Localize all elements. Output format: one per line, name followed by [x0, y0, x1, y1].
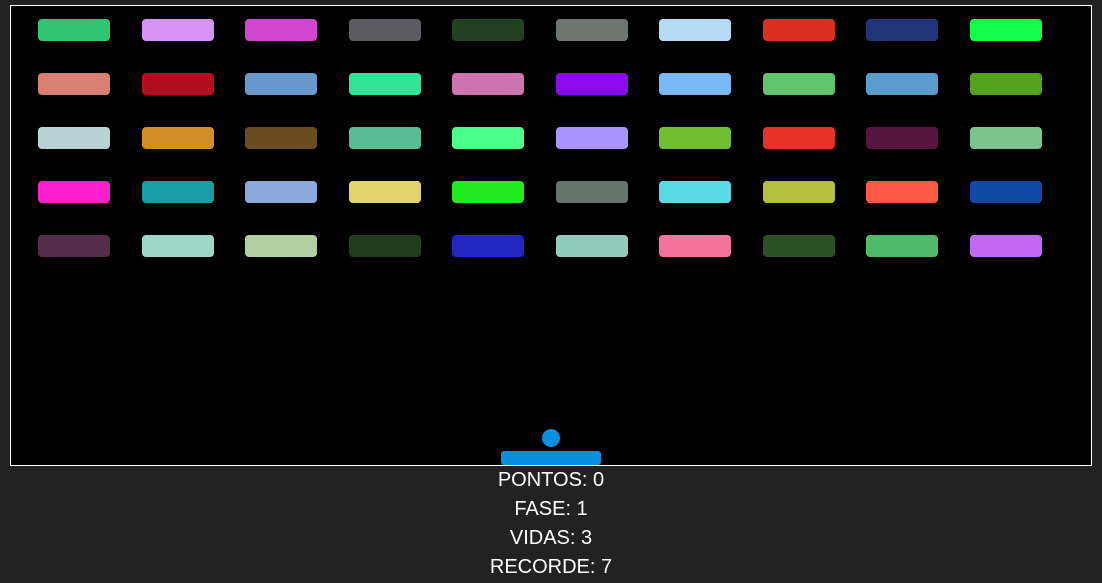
brick — [659, 181, 731, 203]
brick — [659, 235, 731, 257]
brick — [556, 181, 628, 203]
hud: PONTOS: 0 FASE: 1 VIDAS: 3 RECORDE: 7 — [0, 466, 1102, 582]
brick — [349, 127, 421, 149]
brick — [452, 73, 524, 95]
brick — [556, 235, 628, 257]
brick — [866, 235, 938, 257]
brick — [866, 181, 938, 203]
brick — [142, 19, 214, 41]
brick — [245, 181, 317, 203]
brick — [970, 73, 1042, 95]
score-text: PONTOS: 0 — [497, 469, 605, 491]
brick — [142, 127, 214, 149]
brick — [38, 19, 110, 41]
brick — [142, 181, 214, 203]
brick — [763, 73, 835, 95]
brick — [866, 127, 938, 149]
brick — [763, 235, 835, 257]
brick — [556, 73, 628, 95]
record-text: RECORDE: 7 — [489, 556, 613, 578]
brick — [245, 235, 317, 257]
brick — [970, 127, 1042, 149]
brick — [38, 235, 110, 257]
brick — [763, 127, 835, 149]
brick — [763, 181, 835, 203]
brick — [970, 235, 1042, 257]
brick — [349, 181, 421, 203]
brick — [763, 19, 835, 41]
brick — [866, 19, 938, 41]
brick — [245, 127, 317, 149]
brick — [866, 73, 938, 95]
brick — [38, 73, 110, 95]
brick — [659, 73, 731, 95]
brick — [452, 19, 524, 41]
brick — [970, 181, 1042, 203]
brick — [452, 235, 524, 257]
brick — [245, 73, 317, 95]
level-text: FASE: 1 — [514, 498, 588, 520]
brick — [556, 19, 628, 41]
brick — [38, 127, 110, 149]
brick — [142, 73, 214, 95]
brick — [349, 235, 421, 257]
brick — [556, 127, 628, 149]
paddle[interactable] — [501, 451, 601, 465]
brick — [349, 19, 421, 41]
brick — [349, 73, 421, 95]
brick — [245, 19, 317, 41]
brick — [970, 19, 1042, 41]
brick — [142, 235, 214, 257]
lives-text: VIDAS: 3 — [509, 527, 593, 549]
game-canvas[interactable] — [10, 5, 1092, 466]
brick — [452, 127, 524, 149]
brick — [452, 181, 524, 203]
ball — [542, 429, 560, 447]
brick — [659, 127, 731, 149]
brick — [38, 181, 110, 203]
brick — [659, 19, 731, 41]
